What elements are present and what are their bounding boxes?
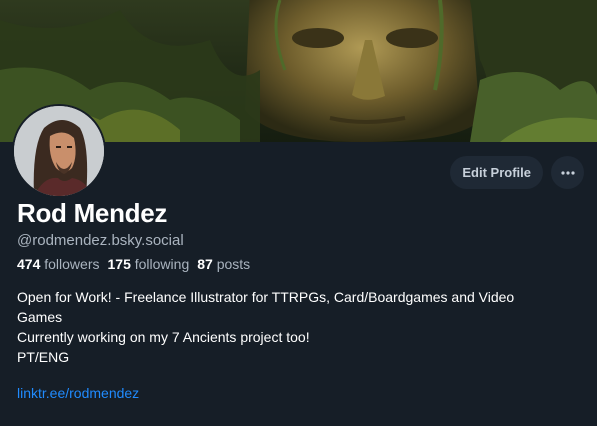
display-name: Rod Mendez (17, 198, 168, 228)
more-options-button[interactable] (551, 156, 584, 189)
posts-stat: 87 posts (197, 256, 250, 272)
bio-line: Games (17, 309, 63, 325)
avatar[interactable] (12, 104, 106, 198)
followers-count: 474 (17, 256, 41, 272)
profile-stats: 474 followers 175 following 87 posts (17, 256, 250, 272)
edit-profile-button[interactable]: Edit Profile (450, 156, 543, 189)
ellipsis-icon (560, 170, 575, 175)
posts-label: posts (216, 256, 251, 272)
profile-actions: Edit Profile (450, 156, 584, 189)
profile-link[interactable]: linktr.ee/rodmendez (17, 385, 139, 401)
profile-page: Edit Profile Rod Mendez @rodmendez.bsky.… (0, 0, 597, 426)
posts-count: 87 (197, 256, 213, 272)
bio-line: Currently working on my 7 Ancients proje… (17, 329, 310, 345)
following-count: 175 (107, 256, 131, 272)
followers-stat[interactable]: 474 followers (17, 256, 100, 272)
bio-line: PT/ENG (17, 349, 70, 365)
user-handle: @rodmendez.bsky.social (17, 232, 184, 249)
following-stat[interactable]: 175 following (108, 256, 190, 272)
bio-line: Open for Work! - Freelance Illustrator f… (17, 289, 515, 305)
profile-bio: Open for Work! - Freelance Illustrator f… (17, 287, 587, 367)
following-label: following (134, 256, 190, 272)
avatar-portrait (14, 106, 104, 196)
followers-label: followers (44, 256, 100, 272)
